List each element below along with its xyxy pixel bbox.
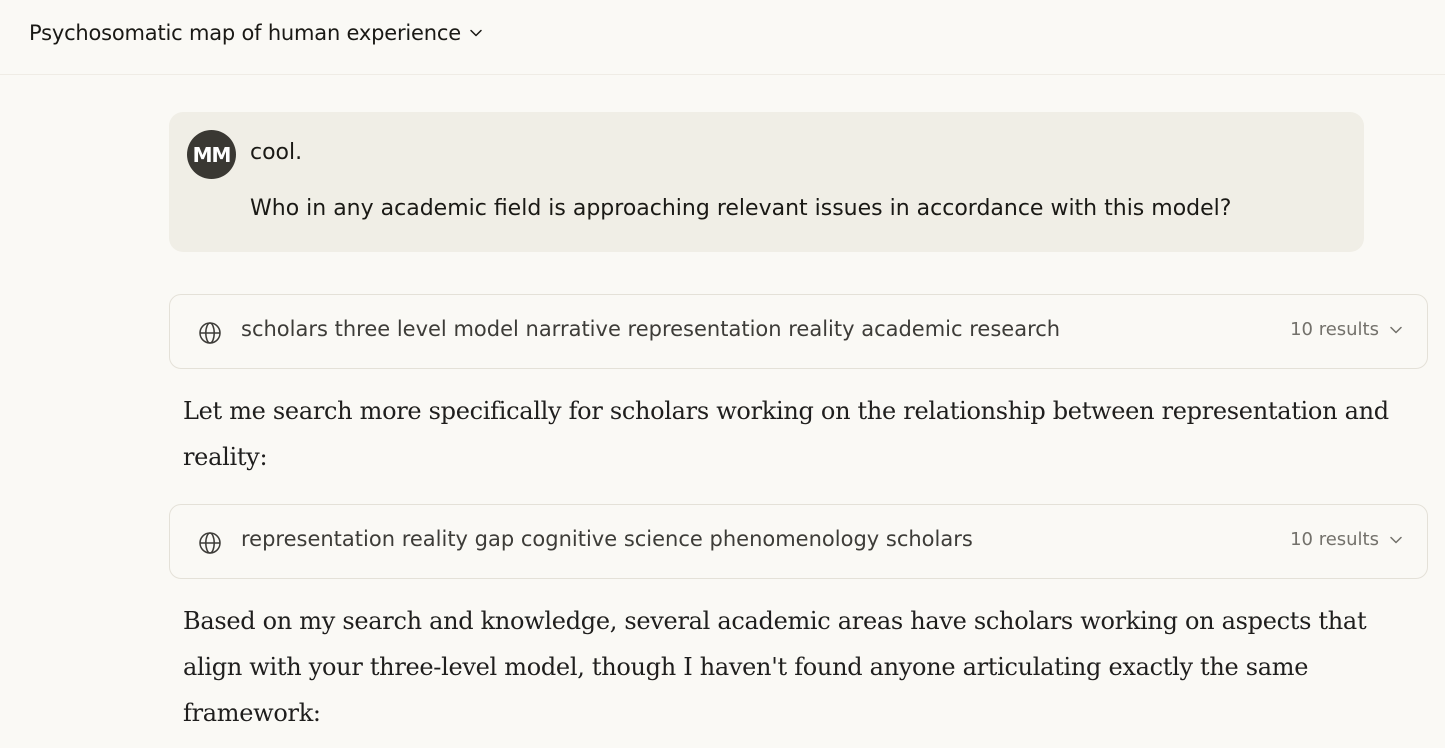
- chevron-down-icon: [1390, 326, 1402, 333]
- globe-icon: [199, 532, 221, 554]
- conversation-title-button[interactable]: Psychosomatic map of human experience: [29, 18, 483, 48]
- globe-icon: [199, 322, 221, 344]
- assistant-paragraph: Let me search more specifically for scho…: [183, 397, 1389, 471]
- search-query: scholars three level model narrative rep…: [241, 317, 1061, 341]
- top-bar: Psychosomatic map of human experience: [0, 0, 1445, 75]
- user-message-line: cool.: [250, 140, 303, 165]
- results-count: 10 results: [1290, 319, 1379, 340]
- user-message: MM cool. Who in any academic field is ap…: [169, 112, 1364, 252]
- avatar: MM: [187, 130, 236, 179]
- assistant-paragraph: Based on my search and knowledge, severa…: [183, 607, 1367, 727]
- results-toggle[interactable]: 10 results: [1290, 319, 1403, 340]
- user-message-line: Who in any academic field is approaching…: [250, 196, 1232, 221]
- chevron-down-icon: [1390, 536, 1402, 543]
- web-search-result-card[interactable]: representation reality gap cognitive sci…: [169, 504, 1428, 579]
- web-search-result-card[interactable]: scholars three level model narrative rep…: [169, 294, 1428, 369]
- avatar-initials: MM: [192, 142, 232, 167]
- results-toggle[interactable]: 10 results: [1290, 529, 1403, 550]
- results-count: 10 results: [1290, 529, 1379, 550]
- conversation-title: Psychosomatic map of human experience: [29, 21, 461, 45]
- search-query: representation reality gap cognitive sci…: [241, 527, 973, 551]
- chevron-down-icon: [470, 29, 482, 37]
